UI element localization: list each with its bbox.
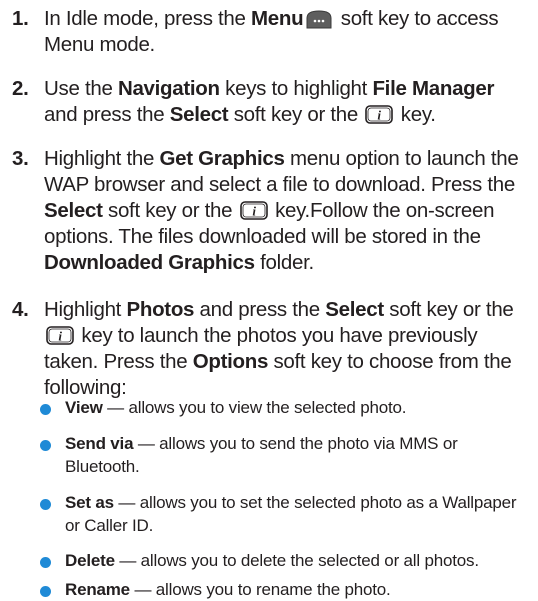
step-number: 2. [12,77,29,100]
bullet-dot-icon [40,499,51,510]
step-text: Highlight Photos and press the Select so… [44,298,514,399]
step-text: In Idle mode, press the Menu soft key to… [44,7,499,56]
step-text: Highlight the Get Graphics menu option t… [44,147,519,274]
step-number: 4. [12,298,29,321]
step-text: Use the Navigation keys to highlight Fil… [44,77,495,126]
i-key-icon: i [365,105,394,124]
bullet-dot-icon [40,440,51,451]
step-number: 1. [12,7,29,30]
menu-softkey-icon [306,10,332,29]
step-number: 3. [12,147,29,170]
bullet-dot-icon [40,557,51,568]
bullet-dot-icon [40,586,51,597]
bullet-dot-icon [40,404,51,415]
i-key-icon: i [46,326,74,345]
i-key-icon: i [239,201,268,220]
